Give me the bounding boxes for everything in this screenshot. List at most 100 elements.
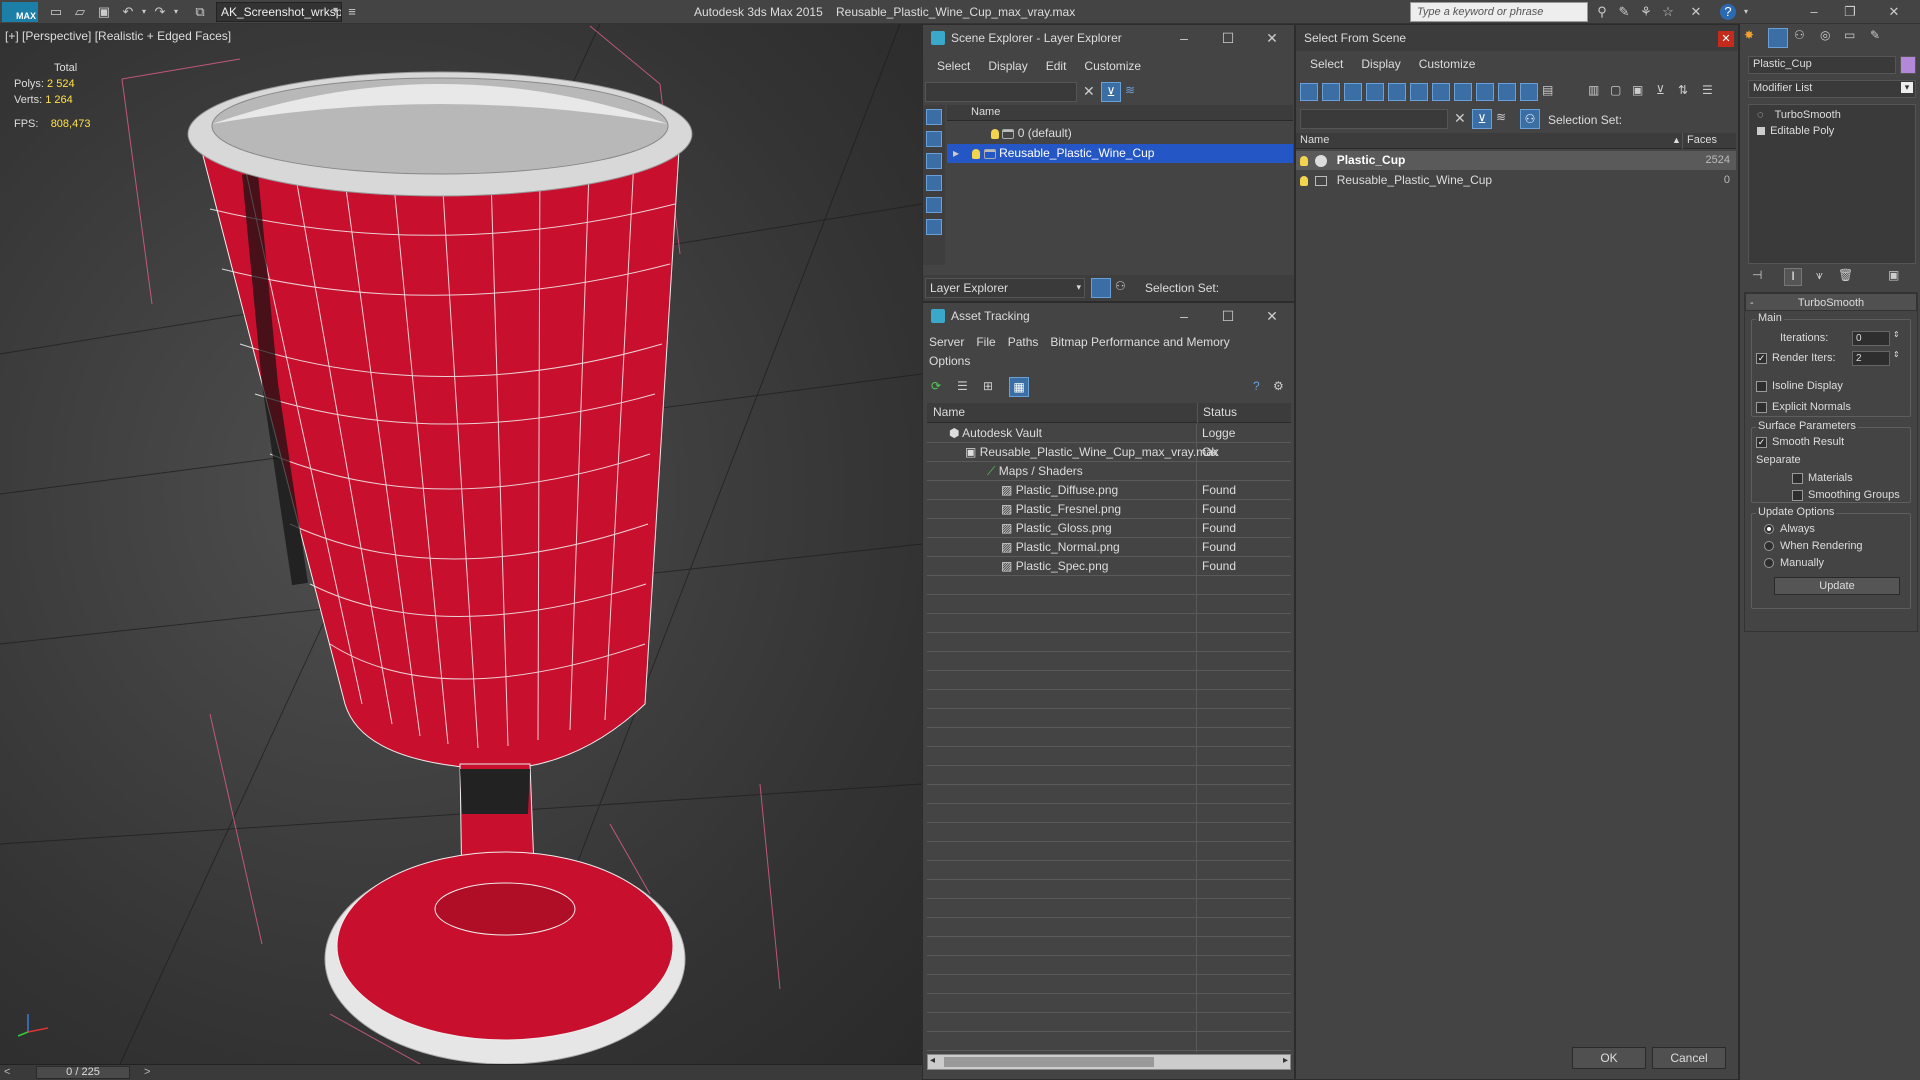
smoothing-groups-checkbox[interactable] xyxy=(1792,490,1803,501)
menu-select[interactable]: Select xyxy=(937,59,970,73)
object-row-plastic-cup[interactable]: Plastic_Cup 2524 xyxy=(1296,151,1736,170)
clear-search-icon[interactable]: ✕ xyxy=(1454,110,1466,127)
undo-icon[interactable]: ↶ xyxy=(120,4,136,20)
display-shapes-icon[interactable] xyxy=(926,131,942,147)
make-unique-icon[interactable]: ⩛ xyxy=(1816,268,1823,283)
menu-customize[interactable]: Customize xyxy=(1419,57,1476,71)
layer-row-default[interactable]: 0 (default) xyxy=(947,124,1293,143)
maximize-icon[interactable]: ☐ xyxy=(1206,303,1250,329)
open-file-icon[interactable]: ▱ xyxy=(72,4,88,20)
exchange-icon[interactable]: ✕ xyxy=(1688,4,1704,20)
horizontal-scrollbar[interactable]: ◂ ▸ xyxy=(927,1054,1291,1070)
manually-radio[interactable] xyxy=(1764,558,1774,568)
subscription-icon[interactable]: ⚘ xyxy=(1638,4,1654,20)
utilities-tab-icon[interactable]: ✎ xyxy=(1870,28,1880,42)
funnel-icon[interactable]: ⊻ xyxy=(1656,83,1665,97)
save-icon[interactable]: ▣ xyxy=(96,4,112,20)
favorites-star-icon[interactable]: ☆ xyxy=(1660,4,1676,20)
filter-spacewarps-icon[interactable] xyxy=(1410,83,1428,101)
render-iters-spinner[interactable]: 2 xyxy=(1852,351,1890,366)
thumbnail-view-icon[interactable]: ⊞ xyxy=(983,379,993,393)
select-invert-icon[interactable]: ▣ xyxy=(1632,83,1643,97)
close-icon[interactable]: ✕ xyxy=(1250,25,1294,51)
hierarchy-mode-icon[interactable]: ⚇ xyxy=(1115,279,1126,293)
time-slider-thumb[interactable]: 0 / 225 xyxy=(36,1066,130,1079)
columns-icon[interactable]: ☰ xyxy=(1702,83,1713,97)
light-bulb-icon[interactable] xyxy=(1300,175,1308,186)
asset-row-normal[interactable]: ▨ Plastic_Normal.png Found xyxy=(927,538,1291,557)
filter-icon[interactable]: ⊻ xyxy=(1472,109,1492,129)
scroll-right-icon[interactable]: ▸ xyxy=(1283,1055,1288,1066)
filter-icon[interactable]: ⊻ xyxy=(1101,82,1121,102)
explorer-type-dropdown[interactable]: Layer Explorer ▾ xyxy=(925,278,1085,298)
display-helpers-icon[interactable] xyxy=(926,197,942,213)
iterations-spinner[interactable]: 0 xyxy=(1852,331,1890,346)
refresh-icon[interactable]: ⟳ xyxy=(931,379,941,393)
expand-arrow-icon[interactable]: ▸ xyxy=(953,146,959,160)
filter-helpers-icon[interactable] xyxy=(1388,83,1406,101)
menu-bitmap-performance[interactable]: Bitmap Performance and Memory xyxy=(1050,335,1229,349)
scene-explorer-header[interactable]: Name xyxy=(947,105,1293,121)
modify-tab-icon[interactable] xyxy=(1768,28,1788,48)
filter-containers-icon[interactable] xyxy=(1498,83,1516,101)
select-search-input[interactable] xyxy=(1300,109,1448,129)
help-icon[interactable]: ? xyxy=(1720,4,1736,20)
object-color-swatch[interactable] xyxy=(1900,56,1916,74)
sort-ascending-icon[interactable]: ▲ xyxy=(1672,133,1681,148)
ok-button[interactable]: OK xyxy=(1572,1047,1646,1069)
turbosmooth-rollout-header[interactable]: - TurboSmooth xyxy=(1745,293,1917,311)
minimize-icon[interactable]: – xyxy=(1162,303,1206,329)
menu-options[interactable]: Options xyxy=(929,354,970,368)
perspective-viewport[interactable]: [+] [Perspective] [Realistic + Edged Fac… xyxy=(0,24,922,1064)
render-iters-checkbox[interactable]: ✓ xyxy=(1756,353,1767,364)
help-dropdown-icon[interactable]: ▾ xyxy=(1738,4,1754,20)
col-status[interactable]: Status xyxy=(1197,403,1237,423)
hierarchy-tab-icon[interactable]: ⚇ xyxy=(1794,28,1805,42)
isoline-display-checkbox[interactable] xyxy=(1756,381,1767,392)
clear-search-icon[interactable]: ✕ xyxy=(1083,83,1095,100)
binoculars-icon[interactable]: ⚲ xyxy=(1594,4,1610,20)
object-name-field[interactable]: Plastic_Cup xyxy=(1748,56,1896,74)
light-bulb-icon[interactable] xyxy=(991,128,999,139)
asset-row-diffuse[interactable]: ▨ Plastic_Diffuse.png Found xyxy=(927,481,1291,500)
time-slider-next-icon[interactable]: > xyxy=(144,1066,150,1078)
close-icon[interactable]: ✕ xyxy=(1250,303,1294,329)
app-logo[interactable]: MAX xyxy=(2,2,38,22)
redo-icon[interactable]: ↷ xyxy=(152,4,168,20)
asset-row-vault[interactable]: ⬢ Autodesk Vault Logge xyxy=(927,424,1291,443)
workspace-selector[interactable]: AK_Screenshot_wrksp ▾ xyxy=(216,2,342,22)
table-view-icon[interactable]: ▦ xyxy=(1009,377,1029,397)
menu-paths[interactable]: Paths xyxy=(1008,335,1039,349)
remove-modifier-icon[interactable]: 🗑 xyxy=(1838,268,1853,282)
filter-hidden-icon[interactable]: ▤ xyxy=(1542,83,1553,97)
filter-shapes-icon[interactable] xyxy=(1322,83,1340,101)
light-bulb-icon[interactable]: ◌ xyxy=(1757,109,1764,121)
stack-item-turbosmooth[interactable]: ◌ TurboSmooth xyxy=(1757,109,1841,121)
pin-stack-icon[interactable]: ⊣ xyxy=(1752,268,1762,282)
object-row-wine-cup-layer[interactable]: Reusable_Plastic_Wine_Cup 0 xyxy=(1296,171,1736,190)
minimize-icon[interactable]: – xyxy=(1162,25,1206,51)
display-cameras-icon[interactable] xyxy=(926,175,942,191)
workspace-menu-icon[interactable]: ≡ xyxy=(344,4,360,20)
asset-row-spec[interactable]: ▨ Plastic_Spec.png Found xyxy=(927,557,1291,576)
help-icon[interactable]: ? xyxy=(1253,379,1260,393)
when-rendering-radio[interactable] xyxy=(1764,541,1774,551)
smooth-result-checkbox[interactable]: ✓ xyxy=(1756,437,1767,448)
settings-icon[interactable]: ⚙ xyxy=(1273,379,1284,393)
menu-file[interactable]: File xyxy=(976,335,995,349)
menu-customize[interactable]: Customize xyxy=(1084,59,1141,73)
filter-geometry-icon[interactable] xyxy=(1300,83,1318,101)
cancel-button[interactable]: Cancel xyxy=(1652,1047,1726,1069)
scene-explorer-search-input[interactable] xyxy=(925,82,1077,102)
time-slider[interactable]: < 0 / 225 > xyxy=(0,1064,922,1080)
select-all-icon[interactable]: ▥ xyxy=(1588,83,1599,97)
search-input[interactable]: Type a keyword or phrase xyxy=(1410,2,1588,22)
layers-tool-icon[interactable]: ≋ xyxy=(1496,110,1506,124)
spinner-arrows-icon[interactable]: ⇕ xyxy=(1893,330,1900,339)
configure-sets-icon[interactable]: ▣ xyxy=(1888,268,1899,282)
update-button[interactable]: Update xyxy=(1774,577,1900,595)
materials-checkbox[interactable] xyxy=(1792,473,1803,484)
asset-row-gloss[interactable]: ▨ Plastic_Gloss.png Found xyxy=(927,519,1291,538)
menu-display[interactable]: Display xyxy=(1361,57,1400,71)
select-none-icon[interactable]: ▢ xyxy=(1610,83,1621,97)
